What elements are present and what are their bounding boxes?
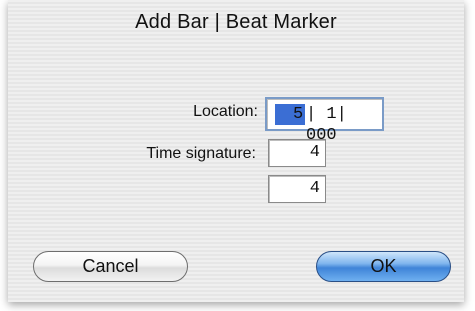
cancel-button[interactable]: Cancel xyxy=(33,251,188,282)
dialog-title: Add Bar | Beat Marker xyxy=(135,10,337,33)
location-bar-selected-text: 5 xyxy=(275,104,306,125)
time-signature-denominator-input[interactable]: 4 xyxy=(268,175,326,203)
add-bar-beat-marker-dialog: Add Bar | Beat Marker Location: 5 | 1| 0… xyxy=(8,0,464,302)
time-signature-label: Time signature: xyxy=(146,145,256,162)
ok-button[interactable]: OK xyxy=(316,251,451,282)
location-label: Location: xyxy=(193,103,258,120)
location-input[interactable]: 5 | 1| 000 xyxy=(265,97,384,145)
title-bar: Add Bar | Beat Marker xyxy=(8,0,464,44)
time-signature-numerator-input[interactable]: 4 xyxy=(268,139,326,167)
